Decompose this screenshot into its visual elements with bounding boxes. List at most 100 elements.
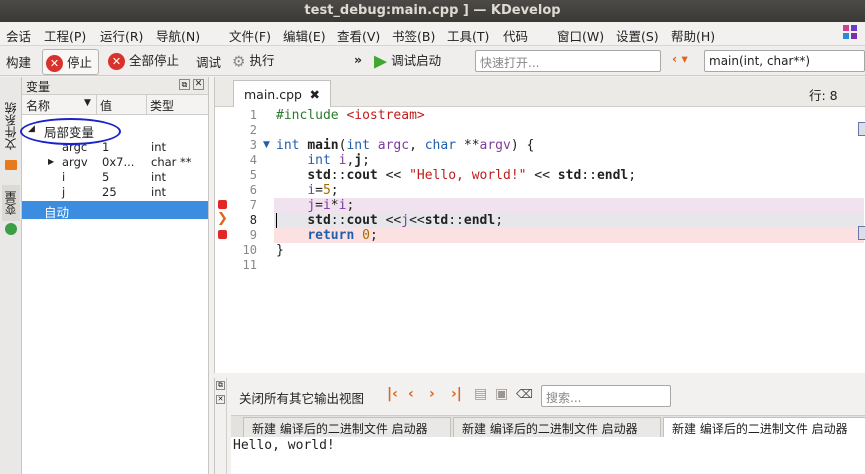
gear-icon: ⚙ [232,52,246,71]
current-line-arrow-icon: ❯ [217,211,228,226]
output-text: Hello, world! [231,437,865,474]
var-type: int [151,140,166,154]
column-name[interactable]: 名称 [26,97,50,114]
output-tab-active[interactable]: 新建 编译后的二进制文件 启动器 [663,417,865,438]
last-item-icon[interactable]: ›| [451,386,462,402]
var-type: int [151,185,166,199]
stop-all-label: 全部停止 [128,53,179,68]
build-button[interactable]: 构建 [6,52,31,71]
clear-icon[interactable]: ⌫ [516,387,533,401]
line-number: 3 [249,138,257,152]
line-number: 6 [249,183,257,197]
output-search-input[interactable]: 搜索... [541,385,671,407]
select-all-icon[interactable]: ▣ [495,386,508,402]
table-row[interactable]: j 25 int [22,185,208,200]
table-row[interactable]: i 5 int [22,170,208,185]
previous-item-icon[interactable]: ‹ [408,386,414,402]
column-value[interactable]: 值 [100,97,112,114]
menu-bookmarks[interactable]: 书签(B) [392,26,435,45]
window-title: test_debug:main.cpp ] — KDevelop [0,0,865,22]
menu-navigate[interactable]: 导航(N) [156,26,200,45]
stop-all-button[interactable]: ✕ 全部停止 [108,50,179,70]
debug-launch-button[interactable]: ▶ 调试启动 [374,50,441,72]
output-tab[interactable]: 新建 编译后的二进制文件 启动器 [453,417,661,438]
variables-header: 变量 ⧉ ✕ [22,77,208,95]
tab-close-icon[interactable]: ✖ [310,87,320,102]
menu-settings[interactable]: 设置(S) [616,26,659,45]
tab-variables[interactable]: 变量 [2,185,20,221]
var-value: 5 [102,170,110,184]
menu-run[interactable]: 运行(R) [100,26,143,45]
quick-open-input[interactable]: 快速打开... [475,50,661,72]
menu-view[interactable]: 查看(V) [337,26,380,45]
stop-button[interactable]: ✕ 停止 [42,49,99,75]
execute-button[interactable]: ⚙ 执行 [232,50,274,71]
var-type: int [151,170,166,184]
menu-help[interactable]: 帮助(H) [671,26,715,45]
tab-filesystem[interactable]: 文件系统 [2,95,20,157]
close-other-outputs-button[interactable]: 关闭所有其它输出视图 [239,388,364,407]
output-dock-side: ⧉ ✕ [215,378,227,474]
editor-area: main.cpp ✖ 行: 8 1 2 3 4 5 6 7 8 9 10 11 … [214,77,865,373]
column-type[interactable]: 类型 [150,97,174,114]
first-item-icon[interactable]: |‹ [387,386,398,402]
variables-columns: 名称 ▼ 值 类型 [22,95,208,115]
overflow-icon[interactable]: » [354,52,362,67]
expand-right-icon[interactable]: ▶ [48,157,54,166]
function-context-field[interactable]: main(int, char**) [704,50,865,72]
breakpoint-line-highlight [274,198,864,213]
scrollbar-marker[interactable] [858,122,865,136]
var-value: 0x7... [102,155,135,169]
copy-icon[interactable]: ▤ [474,386,487,402]
close-icon[interactable]: ✕ [193,79,204,90]
debug-button[interactable]: 调试 [196,52,221,71]
menu-project[interactable]: 工程(P) [44,26,86,45]
variables-icon [5,223,17,235]
line-number: 4 [249,153,257,167]
tab-label: main.cpp [244,87,302,102]
line-number: 11 [242,258,257,272]
app-grid-icon[interactable] [842,24,858,43]
line-indicator: 行: 8 [809,88,838,103]
debug-launch-label: 调试启动 [391,53,442,68]
line-number: 2 [249,123,257,137]
output-tabs: 新建 编译后的二进制文件 启动器 新建 编译后的二进制文件 启动器 新建 编译后… [231,415,865,438]
breakpoint-icon[interactable] [218,230,227,239]
auto-group[interactable]: 自动 [22,201,208,220]
var-value: 25 [102,185,117,199]
breakpoint-icon[interactable] [218,200,227,209]
tab-main-cpp[interactable]: main.cpp ✖ [233,80,331,107]
stop-icon: ✕ [46,55,63,72]
back-arrow-icon[interactable]: ‹ ▾ [672,51,688,66]
menu-file[interactable]: 文件(F) [229,26,271,45]
menu-tools[interactable]: 工具(T) [447,26,489,45]
menu-code[interactable]: 代码 [503,26,528,45]
menu-edit[interactable]: 编辑(E) [283,26,326,45]
variables-title: 变量 [26,80,51,94]
fold-icon[interactable]: ▼ [263,140,270,150]
var-type: char ** [151,155,192,169]
next-item-icon[interactable]: › [429,386,435,402]
var-name: i [62,170,66,184]
menu-window[interactable]: 窗口(W) [557,26,604,45]
play-icon: ▶ [374,51,388,72]
scrollbar-marker[interactable] [858,226,865,240]
gutter: 1 2 3 4 5 6 7 8 9 10 11 ❯ ▼ [215,107,274,373]
line-number: 5 [249,168,257,182]
annotation-ellipse [20,118,121,145]
table-row[interactable]: ▶ argv 0x7... char ** [22,155,208,170]
close-icon[interactable]: ✕ [216,395,225,404]
float-icon[interactable]: ⧉ [179,79,190,90]
var-name: j [62,185,66,199]
var-value: 1 [102,140,110,154]
output-panel: ⧉ ✕ 关闭所有其它输出视图 |‹ ‹ › ›| ▤ ▣ ⌫ 搜索... 新建 … [214,378,865,474]
folder-icon [5,160,17,170]
stop-label: 停止 [66,55,92,70]
left-dock-tabs: 文件系统 变量 [0,77,22,474]
output-tab[interactable]: 新建 编译后的二进制文件 启动器 [243,417,451,438]
editor-tabbar: main.cpp ✖ 行: 8 [215,77,865,107]
float-icon[interactable]: ⧉ [216,381,225,390]
sort-arrow-icon[interactable]: ▼ [84,98,91,108]
menubar: 会话 工程(P) 运行(R) 导航(N) 文件(F) 编辑(E) 查看(V) 书… [0,22,865,46]
menu-session[interactable]: 会话 [6,26,31,45]
